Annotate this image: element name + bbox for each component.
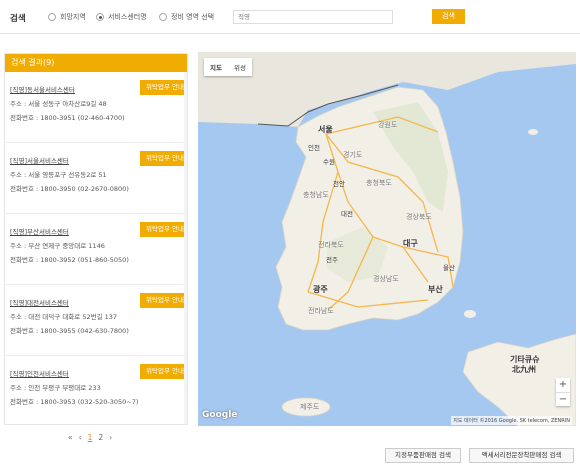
center-name-link[interactable]: [직영]인천서비스센터 xyxy=(10,368,69,378)
center-phone: 전화번호 : 1800-3952 (051-860-5050) xyxy=(10,256,129,264)
prev-page-button[interactable]: ‹ xyxy=(79,433,82,442)
map-label-chungnam: 충청남도 xyxy=(303,191,329,199)
next-page-button[interactable]: › xyxy=(109,433,112,442)
map-label-seoul: 서울 xyxy=(318,125,333,134)
center-name-link[interactable]: [직영]서울서비스센터 xyxy=(10,155,69,165)
first-page-button[interactable]: « xyxy=(68,433,73,442)
radio-service-area[interactable]: 정비 영역 선택 xyxy=(159,12,214,22)
contact-info-button[interactable]: 위탁업무 안내 xyxy=(140,293,187,308)
map-type-map-button[interactable]: 지도 xyxy=(204,58,228,76)
zoom-in-button[interactable]: + xyxy=(556,378,570,392)
map-label-jeonbuk: 전라북도 xyxy=(318,241,344,249)
map-label-kitakyushu-kanji: 北九州 xyxy=(512,365,536,374)
zoom-control: + − xyxy=(556,378,570,406)
map-label-incheon: 인천 xyxy=(308,144,320,152)
google-logo: Google xyxy=(202,410,238,420)
map-label-jeju: 제주도 xyxy=(300,403,320,411)
parts-dealer-search-button[interactable]: 지정부품판매점 검색 xyxy=(385,448,461,463)
center-address: 주소 : 대전 대덕구 대화로 52번길 137 xyxy=(10,313,118,321)
list-item: [직영]부산서비스센터 위탁업무 안내 주소 : 부산 연제구 중앙대로 114… xyxy=(5,214,187,285)
search-button[interactable]: 검색 xyxy=(432,9,465,24)
page-link-2[interactable]: 2 xyxy=(98,433,103,442)
contact-info-button[interactable]: 위탁업무 안내 xyxy=(140,80,187,95)
center-name-link[interactable]: [직영]동서울서비스센터 xyxy=(10,84,75,94)
map-label-daegu: 대구 xyxy=(403,239,418,248)
center-phone: 전화번호 : 1800-3955 (042-630-7800) xyxy=(10,327,129,335)
map-view[interactable]: 지도 위성 서울 인천 수원 강원도 경기도 천안 충청북도 충청남도 대전 경… xyxy=(198,52,576,426)
center-phone: 전화번호 : 1800-3953 (032-520-3050~7) xyxy=(10,398,139,406)
center-address: 주소 : 서울 성동구 아차산로9길 48 xyxy=(10,100,107,108)
center-name-link[interactable]: [직영]부산서비스센터 xyxy=(10,226,69,236)
list-item: [직영]인천서비스센터 위탁업무 안내 주소 : 인천 부평구 부평대로 233… xyxy=(5,356,187,424)
map-label-gyeongnam: 경상남도 xyxy=(373,275,399,283)
map-label-daejeon: 대전 xyxy=(341,210,353,218)
map-label-gangwon: 강원도 xyxy=(378,121,398,129)
center-phone: 전화번호 : 1800-3950 (02-2670-0800) xyxy=(10,185,129,193)
radio-region[interactable]: 희망지역 xyxy=(48,12,86,22)
map-label-jeonnam: 전라남도 xyxy=(308,307,334,315)
map-type-satellite-button[interactable]: 위성 xyxy=(228,58,252,76)
results-header: 검색 결과(9) xyxy=(5,54,187,72)
list-item: [직영]동서울서비스센터 위탁업무 안내 주소 : 서울 성동구 아차산로9길 … xyxy=(5,72,187,143)
radio-service-area-label: 정비 영역 선택 xyxy=(171,13,215,21)
search-input[interactable] xyxy=(233,10,393,24)
map-label-busan: 부산 xyxy=(428,285,443,294)
radio-center-name[interactable]: 서비스센터명 xyxy=(96,12,147,22)
center-address: 주소 : 서울 영등포구 선유동2로 51 xyxy=(10,171,107,179)
contact-info-button[interactable]: 위탁업무 안내 xyxy=(140,222,187,237)
page-link-1[interactable]: 1 xyxy=(88,433,93,442)
center-phone: 전화번호 : 1800-3951 (02-460-4700) xyxy=(10,114,125,122)
contact-info-button[interactable]: 위탁업무 안내 xyxy=(140,151,187,166)
map-type-toggle: 지도 위성 xyxy=(204,58,252,76)
radio-region-label: 희망지역 xyxy=(60,13,86,21)
radio-region-dot[interactable] xyxy=(48,13,56,21)
radio-center-name-dot[interactable] xyxy=(96,13,104,21)
list-item: [직영]서울서비스센터 위탁업무 안내 주소 : 서울 영등포구 선유동2로 5… xyxy=(5,143,187,214)
list-item: [직영]대전서비스센터 위탁업무 안내 주소 : 대전 대덕구 대화로 52번길… xyxy=(5,285,187,356)
radio-service-area-dot[interactable] xyxy=(159,13,167,21)
results-scrollbar[interactable] xyxy=(184,72,187,424)
center-address: 주소 : 부산 연제구 중앙대로 1146 xyxy=(10,242,105,250)
map-label-jeonju: 전주 xyxy=(326,256,338,264)
zoom-out-button[interactable]: − xyxy=(556,392,570,406)
center-name-link[interactable]: [직영]대전서비스센터 xyxy=(10,297,69,307)
contact-info-button[interactable]: 위탁업무 안내 xyxy=(140,364,187,379)
map-label-gyeonggi: 경기도 xyxy=(343,151,363,159)
search-bar: 검색 희망지역 서비스센터명 정비 영역 선택 검색 xyxy=(0,0,580,34)
radio-center-name-label: 서비스센터명 xyxy=(108,13,147,21)
results-panel: 검색 결과(9) [직영]동서울서비스센터 위탁업무 안내 주소 : 서울 성동… xyxy=(4,53,188,425)
search-label: 검색 xyxy=(10,14,26,24)
map-label-gyeongbuk: 경상북도 xyxy=(406,213,432,221)
map-label-ulsan: 울산 xyxy=(443,264,455,272)
center-address: 주소 : 인천 부평구 부평대로 233 xyxy=(10,384,101,392)
pagination: « ‹ 1 2 › xyxy=(68,433,112,442)
map-label-chungbuk: 충청북도 xyxy=(366,179,392,187)
map-label-cheonan: 천안 xyxy=(333,180,345,188)
map-label-suwon: 수원 xyxy=(323,158,335,166)
map-attribution: 지도 데이터 ©2016 Google, SK telecom, ZENRIN xyxy=(451,416,572,425)
map-label-gwangju: 광주 xyxy=(313,285,328,294)
accessory-dealer-search-button[interactable]: 액세서리전문장착판매점 검색 xyxy=(469,448,574,463)
